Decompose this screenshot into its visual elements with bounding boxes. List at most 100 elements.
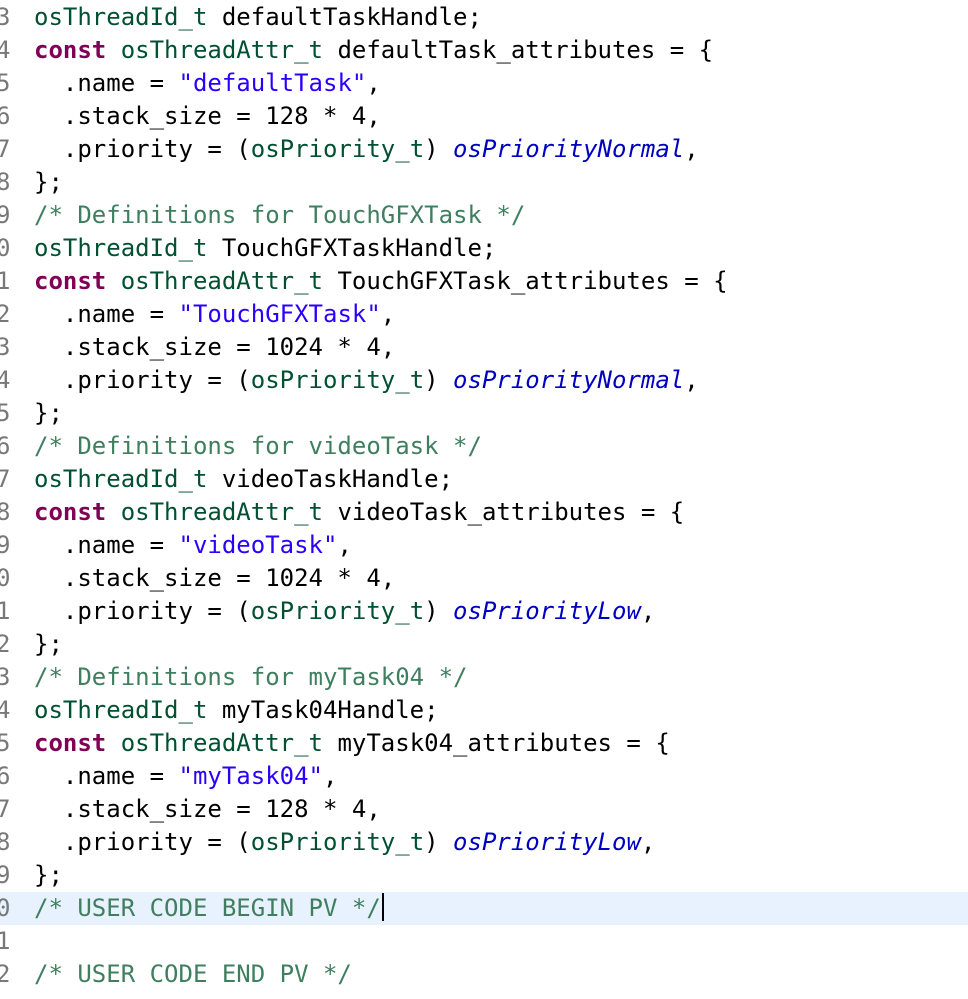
code-text: .stack_size = 128 * 4,	[34, 793, 381, 826]
code-token: .stack_size = 128 * 4,	[34, 795, 381, 823]
line-number: 3	[0, 3, 11, 31]
code-line[interactable]: 9 /* Definitions for TouchGFXTask */	[0, 199, 968, 232]
code-line[interactable]: 1	[0, 925, 968, 958]
code-text: .priority = (osPriority_t) osPriorityLow…	[34, 826, 655, 859]
code-line[interactable]: 4 osThreadId_t myTask04Handle;	[0, 694, 968, 727]
code-token: .stack_size = 1024 * 4,	[34, 333, 396, 361]
code-text: osThreadId_t myTask04Handle;	[34, 694, 439, 727]
text-cursor	[381, 893, 384, 921]
code-line[interactable]: 5 .name = "defaultTask",	[0, 67, 968, 100]
code-line[interactable]: 7 .priority = (osPriority_t) osPriorityN…	[0, 133, 968, 166]
code-token: TouchGFXTaskHandle;	[207, 234, 497, 262]
line-number: 5	[0, 69, 11, 97]
code-text: osThreadId_t videoTaskHandle;	[34, 463, 453, 496]
code-line[interactable]: 7 .stack_size = 128 * 4,	[0, 793, 968, 826]
code-token: .stack_size = 128 * 4,	[34, 102, 381, 130]
code-token: myTask04_attributes = {	[323, 729, 670, 757]
code-line[interactable]: 8 const osThreadAttr_t videoTask_attribut…	[0, 496, 968, 529]
line-number: 6	[0, 432, 11, 460]
code-token: ,	[684, 135, 699, 163]
code-token: .stack_size = 1024 * 4,	[34, 564, 396, 592]
code-line[interactable]: 9};	[0, 859, 968, 892]
line-number: 1	[0, 267, 11, 295]
line-number: 2	[0, 960, 11, 988]
code-text: /* Definitions for TouchGFXTask */	[34, 199, 525, 232]
code-line[interactable]: 1 .priority = (osPriority_t) osPriorityL…	[0, 595, 968, 628]
code-line[interactable]: 2};	[0, 628, 968, 661]
code-token: ,	[640, 597, 656, 625]
code-line[interactable]: 1 const osThreadAttr_t TouchGFXTask_attri…	[0, 265, 968, 298]
code-text: const osThreadAttr_t TouchGFXTask_attrib…	[34, 265, 728, 298]
code-token: };	[34, 168, 63, 196]
code-line[interactable]: 4 const osThreadAttr_t defaultTask_attrib…	[0, 34, 968, 67]
code-line[interactable]: 6 .name = "myTask04",	[0, 760, 968, 793]
code-token: const	[34, 729, 107, 757]
code-line[interactable]: 3 .stack_size = 1024 * 4,	[0, 331, 968, 364]
line-number: 4	[0, 696, 11, 724]
line-number: 6	[0, 762, 11, 790]
code-editor[interactable]: 3 osThreadId_t defaultTaskHandle; 4 const o…	[0, 0, 968, 999]
code-line[interactable]: 2 /* USER CODE END PV */	[0, 958, 968, 991]
code-token: "TouchGFXTask"	[178, 300, 381, 328]
code-line[interactable]: 5 const osThreadAttr_t myTask04_attribute…	[0, 727, 968, 760]
code-line[interactable]: 4 .priority = (osPriority_t) osPriorityN…	[0, 364, 968, 397]
code-line[interactable]: 0 osThreadId_t TouchGFXTaskHandle;	[0, 232, 968, 265]
code-token: osThreadAttr_t	[120, 729, 323, 757]
line-number: 2	[0, 630, 11, 658]
code-token: .name =	[34, 762, 179, 790]
code-token: .name =	[34, 531, 179, 559]
code-line[interactable]: 6 .stack_size = 128 * 4,	[0, 100, 968, 133]
code-token: ,	[366, 69, 381, 97]
code-token: ,	[323, 762, 338, 790]
code-line[interactable]: 7 osThreadId_t videoTaskHandle;	[0, 463, 968, 496]
code-token: .priority = (	[34, 597, 251, 625]
code-text: .priority = (osPriority_t) osPriorityNor…	[34, 364, 699, 397]
code-token: TouchGFXTask_attributes = {	[323, 267, 728, 295]
code-text: .stack_size = 1024 * 4,	[34, 562, 395, 595]
line-number: 8	[0, 828, 11, 856]
code-token: /* USER CODE BEGIN PV */	[34, 894, 381, 922]
code-text: const osThreadAttr_t videoTask_attribute…	[34, 496, 684, 529]
line-number: 3	[0, 333, 11, 361]
code-token: const	[34, 498, 107, 526]
code-line[interactable]: 8};	[0, 166, 968, 199]
code-token: osPriorityNormal	[453, 135, 685, 163]
code-line[interactable]: 3 /* Definitions for myTask04 */	[0, 661, 968, 694]
line-number: 7	[0, 135, 11, 163]
code-text: const osThreadAttr_t defaultTask_attribu…	[34, 34, 713, 67]
code-line[interactable]: 5};	[0, 397, 968, 430]
line-number: 9	[0, 531, 11, 559]
code-token: ,	[684, 366, 699, 394]
code-text: .stack_size = 128 * 4,	[34, 100, 381, 133]
code-line[interactable]: 9 .name = "videoTask",	[0, 529, 968, 562]
code-token: osThreadId_t	[34, 3, 208, 31]
code-line[interactable]: 0 .stack_size = 1024 * 4,	[0, 562, 968, 595]
line-number: 5	[0, 399, 11, 427]
code-token: .priority = (	[34, 366, 251, 394]
code-token: .name =	[34, 69, 179, 97]
line-number: 0	[0, 234, 11, 262]
code-text: .name = "TouchGFXTask",	[34, 298, 395, 331]
line-number: 7	[0, 795, 11, 823]
code-token: videoTask_attributes = {	[323, 498, 685, 526]
code-text: };	[34, 397, 63, 430]
line-number: 2	[0, 300, 11, 328]
code-line[interactable]: 8 .priority = (osPriority_t) osPriorityL…	[0, 826, 968, 859]
line-number: 9	[0, 861, 11, 889]
code-text: };	[34, 859, 63, 892]
code-text: .name = "defaultTask",	[34, 67, 381, 100]
code-token: /* Definitions for TouchGFXTask */	[34, 201, 526, 229]
line-number: 0	[0, 564, 11, 592]
code-line[interactable]: 3 osThreadId_t defaultTaskHandle;	[0, 1, 968, 34]
code-line[interactable]: 0 /* USER CODE BEGIN PV */	[0, 892, 968, 925]
code-token: osThreadAttr_t	[120, 36, 323, 64]
code-token: )	[424, 366, 454, 394]
code-line[interactable]: 6 /* Definitions for videoTask */	[0, 430, 968, 463]
code-token: .priority = (	[34, 135, 251, 163]
code-token: osPriorityLow	[453, 828, 641, 856]
code-token: /* Definitions for myTask04 */	[34, 663, 468, 691]
code-text: /* Definitions for myTask04 */	[34, 661, 467, 694]
line-number: 8	[0, 498, 11, 526]
code-line[interactable]: 2 .name = "TouchGFXTask",	[0, 298, 968, 331]
